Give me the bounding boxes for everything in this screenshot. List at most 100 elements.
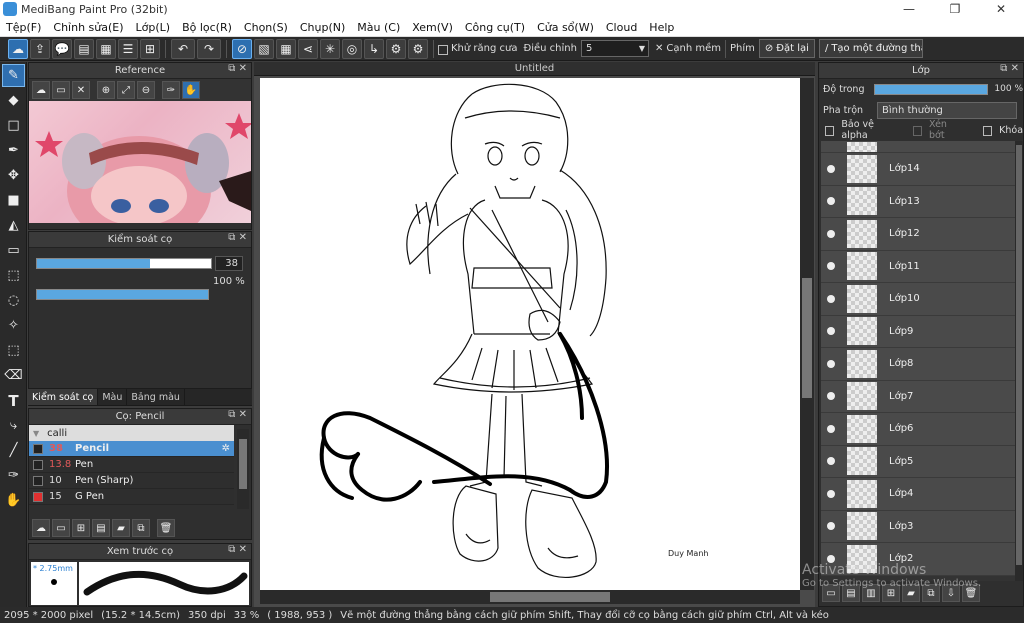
redo-icon[interactable]: ↷ — [197, 38, 221, 59]
move-tool-icon[interactable]: ✥ — [2, 164, 25, 187]
menu-edit[interactable]: Chỉnh sửa(E) — [47, 21, 129, 34]
eye-icon[interactable] — [827, 229, 835, 238]
snap-parallel-icon[interactable]: ▧ — [254, 38, 274, 59]
hand-tool-icon[interactable]: ✋ — [2, 489, 25, 512]
brush-tool-icon[interactable]: ✎ — [2, 64, 25, 87]
eye-icon[interactable] — [827, 262, 835, 271]
layer-list-scrollbar[interactable] — [1015, 141, 1023, 581]
tab-brush-control[interactable]: Kiểm soát cọ — [28, 389, 99, 405]
eye-icon[interactable] — [827, 327, 835, 336]
select-pen-tool-icon[interactable]: ⬚ — [2, 339, 25, 362]
brush-size-slider[interactable] — [36, 258, 212, 269]
scroll-thumb[interactable] — [490, 592, 610, 602]
new-halftone-layer-icon[interactable]: ▤ — [842, 584, 860, 602]
cloud-icon[interactable]: ☁ — [32, 519, 50, 537]
maximize-button[interactable]: ❐ — [932, 0, 978, 18]
menu-file[interactable]: Tệp(F) — [0, 21, 47, 34]
close-icon[interactable]: ✕ — [72, 81, 90, 99]
grid-icon[interactable]: ⊞ — [140, 38, 160, 59]
brush-item[interactable]: 38 Pencil ✲ — [29, 441, 234, 457]
upload-icon[interactable]: ⇪ — [30, 38, 50, 59]
protect-alpha-checkbox[interactable] — [825, 126, 835, 136]
brush-item[interactable]: 10 Pen (Sharp) — [29, 473, 234, 489]
tab-palette[interactable]: Bảng màu — [127, 389, 185, 405]
document-icon[interactable]: ▦ — [96, 38, 116, 59]
add-layer-menu-icon[interactable]: ⊞ — [882, 584, 900, 602]
layer-item[interactable]: Lớp6 — [821, 413, 1015, 446]
antialias-toggle[interactable]: Khử răng cưa — [438, 43, 517, 55]
blend-select[interactable]: Bình thường — [877, 101, 1017, 119]
layer-item[interactable]: Lớp10 — [821, 283, 1015, 316]
gradient-tool-icon[interactable]: ▭ — [2, 239, 25, 262]
zoom-in-icon[interactable]: ⊕ — [97, 81, 115, 99]
menu-select[interactable]: Chọn(S) — [238, 21, 294, 34]
panel-close-icon[interactable]: ⧉ ✕ — [228, 409, 247, 420]
duplicate-icon[interactable]: ⧉ — [132, 519, 150, 537]
layer-item[interactable]: Lớp2 — [821, 543, 1015, 576]
cloud-download-icon[interactable]: ☁ — [32, 81, 50, 99]
new-brush-icon[interactable]: ▭ — [52, 519, 70, 537]
rectangle-tool-icon[interactable]: □ — [2, 114, 25, 137]
snap-circle-icon[interactable]: ◎ — [342, 38, 362, 59]
brush-item[interactable]: 13.8 Pen — [29, 457, 234, 473]
folder-icon[interactable]: ▰ — [112, 519, 130, 537]
eye-icon[interactable] — [827, 554, 835, 563]
menu-tools[interactable]: Công cụ(T) — [459, 21, 531, 34]
scroll-thumb[interactable] — [1016, 145, 1022, 565]
soft-edge-toggle[interactable]: ✕ Cạnh mềm — [655, 43, 721, 54]
snap-radial-icon[interactable]: ✳ — [320, 38, 340, 59]
divide-tool-icon[interactable]: ╱ — [2, 439, 25, 462]
eye-icon[interactable] — [827, 457, 835, 466]
select-eraser-tool-icon[interactable]: ⌫ — [2, 364, 25, 387]
layer-item-partial[interactable] — [821, 141, 1015, 153]
canvas-horizontal-scrollbar[interactable] — [260, 590, 800, 604]
menu-color[interactable]: Màu (C) — [351, 21, 406, 34]
eye-icon[interactable] — [827, 392, 835, 401]
snap-curve-icon[interactable]: ↳ — [364, 38, 384, 59]
gear-icon[interactable]: ✲ — [222, 443, 230, 454]
snap-off-icon[interactable]: ⊘ — [232, 38, 252, 59]
hand-icon[interactable]: ✋ — [182, 81, 200, 99]
merge-down-icon[interactable]: ⇩ — [942, 584, 960, 602]
snap-vanish-icon[interactable]: ⋖ — [298, 38, 318, 59]
zoom-out-icon[interactable]: ⊖ — [137, 81, 155, 99]
eye-icon[interactable] — [827, 294, 835, 303]
drawing-canvas[interactable]: Duy Manh — [260, 78, 800, 590]
duplicate-layer-icon[interactable]: ⧉ — [922, 584, 940, 602]
eye-icon[interactable] — [827, 359, 835, 368]
new-layer-icon[interactable]: ▭ — [822, 584, 840, 602]
clipping-checkbox[interactable] — [912, 126, 922, 136]
settings-icon[interactable]: ⚙ — [386, 38, 406, 59]
fill-rect-tool-icon[interactable]: ■ — [2, 189, 25, 212]
panel-close-icon[interactable]: ⧉ ✕ — [228, 544, 247, 555]
layer-item[interactable]: Lớp11 — [821, 250, 1015, 283]
canvas-vertical-scrollbar[interactable] — [800, 78, 814, 590]
operation-tool-icon[interactable]: ⤷ — [2, 414, 25, 437]
fit-icon[interactable]: ⤢ — [117, 81, 135, 99]
lock-checkbox[interactable] — [982, 126, 993, 136]
canvas-tab[interactable]: Untitled — [254, 62, 815, 76]
layer-item[interactable]: Lớp9 — [821, 315, 1015, 348]
layer-item[interactable]: Lớp14 — [821, 153, 1015, 186]
add-brush-icon[interactable]: ⊞ — [72, 519, 90, 537]
menu-view[interactable]: Xem(V) — [406, 21, 459, 34]
select-tool-icon[interactable]: ⬚ — [2, 264, 25, 287]
minimize-button[interactable]: — — [886, 0, 932, 18]
snap-grid-icon[interactable]: ▦ — [276, 38, 296, 59]
brush-settings-icon[interactable]: ▤ — [92, 519, 110, 537]
layer-item[interactable]: Lớp12 — [821, 218, 1015, 251]
layer-item[interactable]: Lớp5 — [821, 445, 1015, 478]
layer-item[interactable]: Lớp8 — [821, 348, 1015, 381]
brush-list-scrollbar[interactable] — [237, 429, 249, 509]
menu-layer[interactable]: Lớp(L) — [130, 21, 177, 34]
panel-close-icon[interactable]: ⧉ ✕ — [1000, 63, 1019, 74]
magic-wand-tool-icon[interactable]: ✧ — [2, 314, 25, 337]
eye-icon[interactable] — [827, 164, 835, 173]
trash-icon[interactable]: 🗑 — [962, 584, 980, 602]
reset-button[interactable]: ⊘ Đặt lại — [758, 39, 815, 58]
brush-item[interactable]: 15 G Pen — [29, 489, 234, 505]
antialias-checkbox[interactable] — [438, 44, 448, 55]
dot-pen-tool-icon[interactable]: ✒ — [2, 139, 25, 162]
scroll-thumb[interactable] — [802, 278, 812, 398]
folder-icon[interactable]: ▰ — [902, 584, 920, 602]
